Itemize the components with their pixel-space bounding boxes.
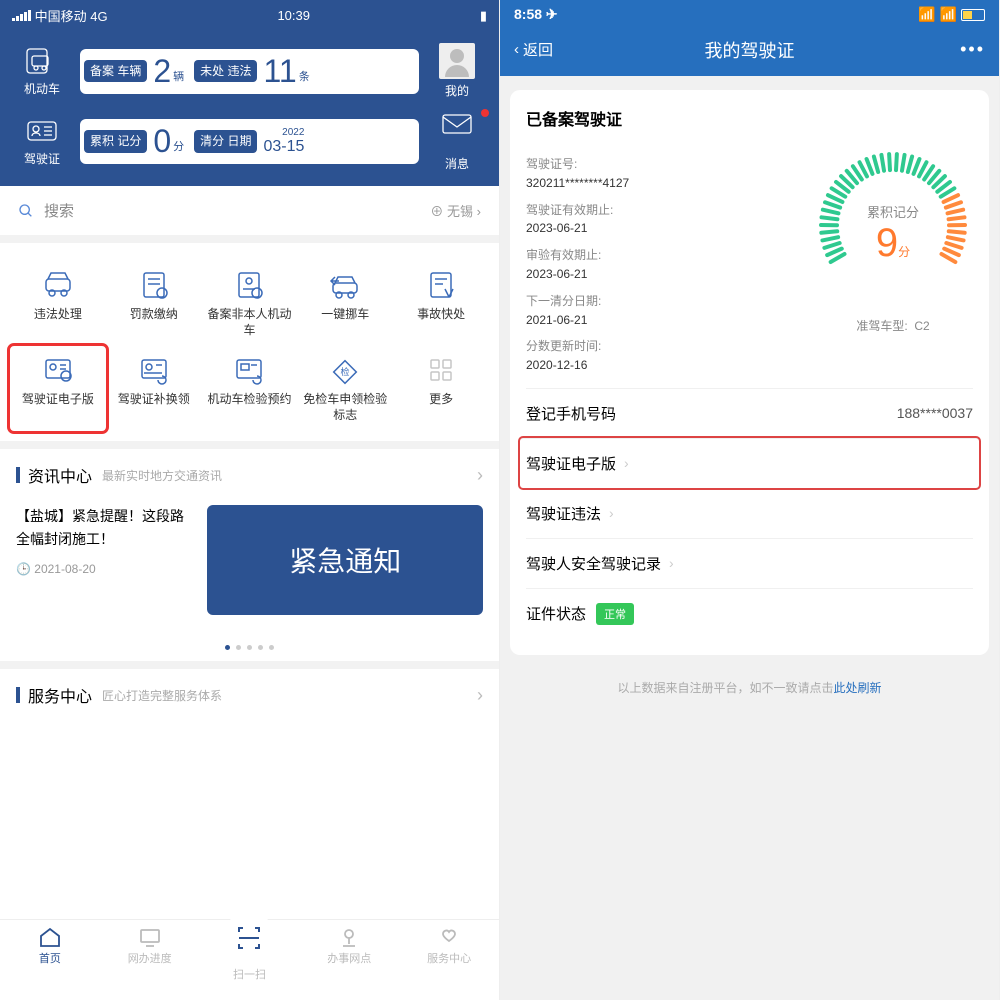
refresh-link[interactable]: 此处刷新: [834, 681, 882, 695]
list-row[interactable]: 驾驶人安全驾驶记录›: [526, 538, 973, 588]
grid-more[interactable]: 更多: [393, 346, 489, 431]
grid-register-car[interactable]: 备案非本人机动车: [202, 261, 298, 346]
search-bar[interactable]: 搜索 ⊕ 无锡 ›: [0, 186, 499, 235]
battery-icon: ▮: [480, 8, 487, 24]
field-value: 320211********4127: [526, 175, 629, 192]
field-value: 2021-06-21: [526, 312, 629, 329]
license-card: 已备案驾驶证 驾驶证号:320211********4127驾驶证有效期止:20…: [510, 90, 989, 655]
chevron-right-icon: ›: [609, 505, 614, 521]
tab-branches[interactable]: 办事网点: [299, 926, 399, 996]
home-icon: [38, 926, 62, 948]
location-selector[interactable]: ⊕ 无锡 ›: [430, 201, 481, 220]
signal-icon: 📶: [918, 6, 935, 23]
list-row[interactable]: 驾驶证违法›: [526, 488, 973, 538]
tab-service[interactable]: 服务中心: [399, 926, 499, 996]
monitor-icon: [138, 926, 162, 948]
scan-icon: [233, 922, 265, 954]
mail-icon: [440, 111, 474, 137]
battery-icon: [961, 9, 985, 21]
grid-accident[interactable]: 事故快处: [393, 261, 489, 346]
heart-hand-icon: [437, 926, 461, 948]
section-news[interactable]: 资讯中心最新实时地方交通资讯›: [0, 449, 499, 501]
grid-inspection[interactable]: 机动车检验预约: [202, 346, 298, 431]
inspection-icon: [231, 354, 267, 386]
register-car-icon: [231, 269, 267, 301]
tab-home[interactable]: 首页: [0, 926, 100, 996]
status-bar: 中国移动 4G 10:39 ▮: [12, 6, 487, 25]
accident-icon: [423, 269, 459, 301]
card-title: 已备案驾驶证: [526, 106, 973, 130]
list-row[interactable]: 证件状态正常: [526, 588, 973, 639]
field-label: 下一清分日期:: [526, 293, 629, 310]
list-row[interactable]: 登记手机号码188****0037: [526, 388, 973, 438]
news-item[interactable]: 【盐城】紧急提醒！这段路全幅封闭施工！🕒 2021-08-20 紧急通知: [0, 501, 499, 631]
avatar-icon: [439, 43, 475, 79]
tab-bar: 首页 网办进度 扫一扫 办事网点 服务中心: [0, 919, 499, 1000]
nav-my[interactable]: 我的: [427, 43, 487, 99]
news-banner: 紧急通知: [207, 505, 483, 615]
list-row[interactable]: 驾驶证电子版›: [520, 438, 979, 488]
status-bar: 8:58 ✈ 📶 📶: [500, 0, 999, 29]
violation-icon: [40, 269, 76, 301]
wifi-icon: 📶: [940, 6, 957, 23]
dashboard-panel-2[interactable]: 累积 记分0分 清分 日期202203-15: [80, 119, 419, 164]
chevron-right-icon: ›: [477, 465, 483, 486]
license-icon: [25, 116, 59, 146]
footer-note: 以上数据来自注册平台，如不一致请点击此处刷新: [500, 655, 999, 720]
license-replace-icon: [136, 354, 172, 386]
page-title: 我的驾驶证: [500, 37, 999, 63]
nav-license[interactable]: 驾驶证: [12, 116, 72, 167]
signal-icon: [12, 10, 31, 21]
grid-move-car[interactable]: 一键挪车: [297, 261, 393, 346]
chevron-right-icon: ›: [669, 555, 674, 571]
grid-fine[interactable]: 罚款缴纳: [106, 261, 202, 346]
field-label: 驾驶证有效期止:: [526, 202, 629, 219]
more-icon: [423, 354, 459, 386]
fine-icon: [136, 269, 172, 301]
e-license-icon: [40, 354, 76, 386]
pin-icon: [337, 926, 361, 948]
field-label: 分数更新时间:: [526, 338, 629, 355]
service-grid: 违法处理 罚款缴纳 备案非本人机动车 一键挪车 事故快处 驾驶证电子版 驾驶证补…: [0, 243, 499, 441]
score-gauge: 累积记分9分 准驾车型: C2: [813, 146, 973, 374]
search-icon: [18, 203, 34, 219]
field-label: 驾驶证号:: [526, 156, 629, 173]
grid-violation[interactable]: 违法处理: [10, 261, 106, 346]
field-label: 审验有效期止:: [526, 247, 629, 264]
car-doc-icon: [25, 46, 59, 76]
tab-progress[interactable]: 网办进度: [100, 926, 200, 996]
chevron-right-icon: ›: [624, 455, 629, 471]
nav-messages[interactable]: 消息: [427, 111, 487, 172]
field-value: 2020-12-16: [526, 357, 629, 374]
grid-exempt[interactable]: 检免检车申领检验标志: [297, 346, 393, 431]
exempt-icon: 检: [327, 354, 363, 386]
move-car-icon: [327, 269, 363, 301]
field-value: 2023-06-21: [526, 266, 629, 283]
section-service[interactable]: 服务中心匠心打造完整服务体系›: [0, 669, 499, 721]
dashboard-panel-1[interactable]: 备案 车辆2辆 未处 违法11条: [80, 49, 419, 94]
status-time: 10:39: [108, 8, 480, 23]
grid-e-license[interactable]: 驾驶证电子版: [10, 346, 106, 431]
nav-vehicle[interactable]: 机动车: [12, 46, 72, 97]
grid-license-replace[interactable]: 驾驶证补换领: [106, 346, 202, 431]
status-badge: 正常: [596, 603, 634, 625]
carousel-dots: [0, 631, 499, 661]
tab-scan[interactable]: 扫一扫: [200, 912, 300, 982]
field-value: 2023-06-21: [526, 220, 629, 237]
chevron-right-icon: ›: [477, 685, 483, 706]
svg-text:检: 检: [341, 366, 350, 377]
